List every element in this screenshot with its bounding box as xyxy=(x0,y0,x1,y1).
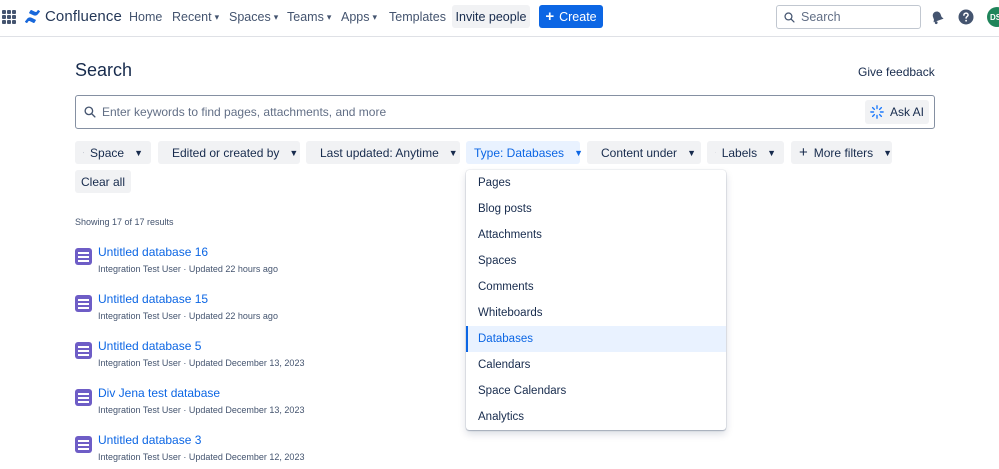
filter-edited-by-label: Edited or created by xyxy=(172,145,280,160)
result-meta: Integration Test User · Updated 22 hours… xyxy=(98,311,278,321)
chevron-down-icon: ▾ xyxy=(273,11,279,22)
type-dropdown-menu: Pages Blog posts Attachments Spaces Comm… xyxy=(466,170,726,430)
nav-apps-label: Apps xyxy=(341,10,370,24)
nav-templates[interactable]: Templates xyxy=(389,10,446,24)
give-feedback-button[interactable]: Give feedback xyxy=(858,65,935,79)
result-meta: Integration Test User · Updated December… xyxy=(98,358,305,368)
nav-templates-label: Templates xyxy=(389,10,446,24)
chevron-down-icon: ▼ xyxy=(289,147,299,158)
chevron-down-icon: ▼ xyxy=(448,147,458,158)
filter-type[interactable]: Type: Databases ▼ xyxy=(466,141,583,164)
type-option-attachments[interactable]: Attachments xyxy=(466,222,726,248)
result-meta: Integration Test User · Updated December… xyxy=(98,452,305,462)
invite-people-button[interactable]: Invite people xyxy=(452,5,530,28)
type-option-blog-posts[interactable]: Blog posts xyxy=(466,196,726,222)
top-search-input[interactable]: Search xyxy=(776,5,921,29)
result-title-link[interactable]: Untitled database 15 xyxy=(98,292,208,306)
search-icon xyxy=(784,11,795,23)
page-title: Search xyxy=(75,60,133,80)
nav-spaces-label: Spaces xyxy=(229,10,271,24)
clear-all-button[interactable]: Clear all xyxy=(75,170,131,193)
tag-icon xyxy=(715,152,716,153)
folder-icon xyxy=(83,152,84,153)
ask-ai-label: Ask AI xyxy=(889,105,924,119)
nav-recent[interactable]: Recent ▾ xyxy=(172,10,219,24)
top-search-placeholder: Search xyxy=(801,10,841,24)
filter-last-updated[interactable]: Last updated: Anytime ▼ xyxy=(306,141,460,164)
filter-content-under[interactable]: Content under ▼ xyxy=(587,141,701,164)
avatar[interactable]: DS xyxy=(987,7,999,27)
result-meta: Integration Test User · Updated 22 hours… xyxy=(98,264,278,274)
filter-space-label: Space xyxy=(90,145,125,160)
chevron-down-icon: ▼ xyxy=(574,147,583,158)
plus-icon: + xyxy=(545,8,555,25)
search-icon xyxy=(84,106,96,118)
database-icon xyxy=(75,248,92,265)
chevron-down-icon: ▼ xyxy=(767,147,776,158)
type-option-analytics[interactable]: Analytics xyxy=(466,404,726,430)
result-title-link[interactable]: Untitled database 16 xyxy=(98,245,208,259)
nav-teams-label: Teams xyxy=(287,10,324,24)
database-icon xyxy=(75,342,92,359)
notifications-icon[interactable] xyxy=(928,8,946,26)
nav-teams[interactable]: Teams ▾ xyxy=(287,10,331,24)
create-label: Create xyxy=(559,9,597,24)
nav-home-label: Home xyxy=(129,10,163,24)
type-option-comments[interactable]: Comments xyxy=(466,274,726,300)
filter-type-label: Type: Databases xyxy=(474,145,565,160)
chevron-down-icon: ▾ xyxy=(326,11,332,22)
chevron-down-icon: ▼ xyxy=(687,147,696,158)
filter-labels-label: Labels xyxy=(721,145,758,160)
result-title-link[interactable]: Untitled database 3 xyxy=(98,433,201,447)
type-option-whiteboards[interactable]: Whiteboards xyxy=(466,300,726,326)
type-option-calendars[interactable]: Calendars xyxy=(466,352,726,378)
plus-icon: + xyxy=(799,144,808,161)
database-icon xyxy=(75,295,92,312)
top-navigation: Confluence Home Recent ▾ Spaces ▾ Teams … xyxy=(0,0,999,37)
result-meta: Integration Test User · Updated December… xyxy=(98,405,305,415)
ai-sparkle-icon xyxy=(870,105,884,119)
filter-space[interactable]: Space ▼ xyxy=(75,141,151,164)
filter-last-updated-label: Last updated: Anytime xyxy=(320,145,439,160)
chevron-down-icon: ▼ xyxy=(883,147,893,158)
confluence-logo[interactable]: Confluence xyxy=(25,8,122,25)
database-icon xyxy=(75,389,92,406)
app-switcher-icon[interactable] xyxy=(2,10,16,24)
filter-labels[interactable]: Labels ▼ xyxy=(707,141,784,164)
filter-edited-by[interactable]: Edited or created by ▼ xyxy=(158,141,300,164)
nav-apps[interactable]: Apps ▾ xyxy=(341,10,377,24)
type-option-databases[interactable]: Databases xyxy=(466,326,726,352)
filter-more[interactable]: + More filters ▼ xyxy=(791,141,892,164)
nav-recent-label: Recent xyxy=(172,10,212,24)
nav-spaces[interactable]: Spaces ▾ xyxy=(229,10,278,24)
help-icon[interactable] xyxy=(957,8,975,26)
main-search-placeholder: Enter keywords to find pages, attachment… xyxy=(102,105,387,119)
type-option-pages[interactable]: Pages xyxy=(466,170,726,196)
confluence-logo-icon xyxy=(25,9,40,24)
chevron-down-icon: ▾ xyxy=(372,11,378,22)
filter-content-under-label: Content under xyxy=(601,145,678,160)
result-title-link[interactable]: Div Jena test database xyxy=(98,386,220,400)
main-search-field[interactable]: Enter keywords to find pages, attachment… xyxy=(75,95,935,129)
type-option-space-calendars[interactable]: Space Calendars xyxy=(466,378,726,404)
database-icon xyxy=(75,436,92,453)
chevron-down-icon: ▾ xyxy=(214,11,220,22)
type-option-spaces[interactable]: Spaces xyxy=(466,248,726,274)
chevron-down-icon: ▼ xyxy=(134,147,143,158)
create-button[interactable]: + Create xyxy=(539,5,603,28)
nav-home[interactable]: Home xyxy=(129,10,162,24)
result-count: Showing 17 of 17 results xyxy=(75,217,174,227)
result-title-link[interactable]: Untitled database 5 xyxy=(98,339,201,353)
ask-ai-button[interactable]: Ask AI xyxy=(865,100,929,124)
filter-more-label: More filters xyxy=(813,145,874,160)
brand-name: Confluence xyxy=(45,8,122,25)
